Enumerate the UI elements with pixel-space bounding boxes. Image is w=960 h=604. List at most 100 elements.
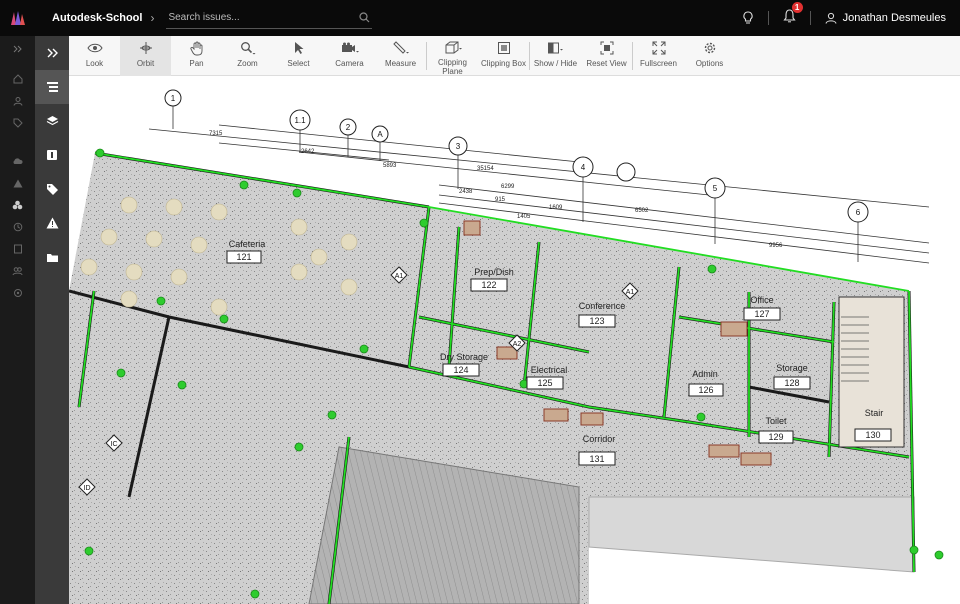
orbit-label: Orbit [136,59,155,68]
show-hide-label: Show / Hide [533,59,578,68]
models-icon[interactable] [0,194,35,216]
cloud-icon[interactable] [0,150,35,172]
svg-text:129: 129 [768,432,783,442]
svg-text:Toilet: Toilet [765,416,787,426]
clipping-box-icon [497,40,511,56]
building-model-canvas[interactable]: 7315 2642 5893 35154 2438 6299 6502 9956… [69,77,960,604]
project-name[interactable]: Autodesk-School [52,12,142,24]
dimension-5893: 5893 [383,163,397,169]
measure-tool[interactable]: Measure [375,36,426,76]
select-label: Select [287,59,310,68]
model-tree-icon[interactable] [35,70,69,104]
layers-icon[interactable] [35,104,69,138]
clipping-box-tool[interactable]: Clipping Box [478,36,529,76]
svg-text:Conference: Conference [579,301,626,311]
issues-warning-icon[interactable] [35,206,69,240]
room-electrical: Electrical 125 [526,365,568,390]
svg-text:131: 131 [589,454,604,464]
svg-text:Office: Office [750,295,773,305]
grid-label-2: 2 [346,123,351,132]
lightbulb-icon[interactable] [742,11,754,25]
notifications-button[interactable]: 1 [783,1,803,28]
svg-text:121: 121 [236,252,251,262]
room-prep-dish: Prep/Dish 122 [470,267,514,292]
svg-text:Dry Storage: Dry Storage [440,352,488,362]
book-icon[interactable] [0,238,35,260]
clipping-plane-tool[interactable]: Clipping Plane [427,36,478,76]
grid-label-3: 3 [456,142,461,151]
select-tool[interactable]: Select [273,36,324,76]
show-hide-icon [547,40,565,56]
tags-icon[interactable] [35,172,69,206]
tag-icon[interactable] [0,112,35,134]
zoom-label: Zoom [237,59,258,68]
orbit-icon [139,40,153,56]
eye-icon [86,40,103,56]
camera-tool[interactable]: Camera [324,36,375,76]
svg-text:126: 126 [698,385,713,395]
options-tool[interactable]: Options [684,36,735,76]
svg-text:Corridor: Corridor [583,434,616,444]
fullscreen-tool[interactable]: Fullscreen [633,36,684,76]
search-icon[interactable] [359,12,370,23]
options-label: Options [695,59,724,68]
dimension-6502: 6502 [635,208,649,214]
svg-text:Electrical: Electrical [531,365,568,375]
svg-text:130: 130 [865,430,880,440]
reset-view-tool[interactable]: Reset View [581,36,632,76]
clipping-box-label: Clipping Box [481,59,526,68]
reset-view-label: Reset View [586,59,627,68]
stair [838,296,905,448]
pan-label: Pan [189,59,204,68]
grid-label-5: 5 [713,184,718,193]
search-input[interactable] [168,12,349,23]
top-bar: Autodesk-School › 1 Jonathan Desmeules [0,0,960,36]
warning-icon[interactable] [0,172,35,194]
show-hide-tool[interactable]: Show / Hide [530,36,581,76]
camera-label: Camera [335,59,364,68]
viewer-toolbar: Look Orbit Pan Zoom Select Camera Measur… [69,36,960,76]
user-icon [825,12,837,24]
chevron-right-icon: › [150,11,155,25]
search-box[interactable] [166,7,373,29]
pan-tool[interactable]: Pan [171,36,222,76]
dimension-2642: 2642 [301,149,315,155]
expand-nav-icon[interactable] [0,38,35,60]
svg-text:127: 127 [754,309,769,319]
members-icon[interactable] [0,90,35,112]
svg-text:Storage: Storage [776,363,808,373]
look-tool[interactable]: Look [69,36,120,76]
svg-text:125: 125 [537,378,552,388]
clipping-plane-label: Clipping Plane [438,58,467,76]
reset-view-icon [600,40,614,56]
svg-text:A2: A2 [513,341,522,348]
user-name: Jonathan Desmeules [842,12,946,24]
zoom-icon [240,40,256,56]
svg-text:A1: A1 [626,289,635,296]
divider [767,11,769,25]
svg-text:123: 123 [589,316,604,326]
collapse-panel-icon[interactable] [35,36,69,70]
home-icon[interactable] [0,68,35,90]
grid-label-a: A [377,130,383,139]
folder-icon[interactable] [35,240,69,274]
notification-count-badge: 1 [791,1,803,13]
orbit-tool[interactable]: Orbit [120,36,171,76]
dimension-1405: 1405 [517,214,531,220]
svg-text:122: 122 [481,280,496,290]
grid-label-1-1: 1.1 [294,116,306,125]
svg-text:Prep/Dish: Prep/Dish [474,267,514,277]
properties-icon[interactable] [35,138,69,172]
clipping-plane-icon [444,40,462,55]
model-viewport[interactable]: 7315 2642 5893 35154 2438 6299 6502 9956… [69,77,960,604]
svg-text:ID: ID [84,485,91,492]
history-icon[interactable] [0,216,35,238]
team-icon[interactable] [0,260,35,282]
autodesk-logo-icon[interactable] [0,0,36,36]
user-menu[interactable]: Jonathan Desmeules [825,12,946,24]
settings-icon[interactable] [0,282,35,304]
dimension-6299: 6299 [501,184,515,190]
zoom-tool[interactable]: Zoom [222,36,273,76]
dimension-9956: 9956 [769,243,783,249]
svg-text:Cafeteria: Cafeteria [229,239,266,249]
